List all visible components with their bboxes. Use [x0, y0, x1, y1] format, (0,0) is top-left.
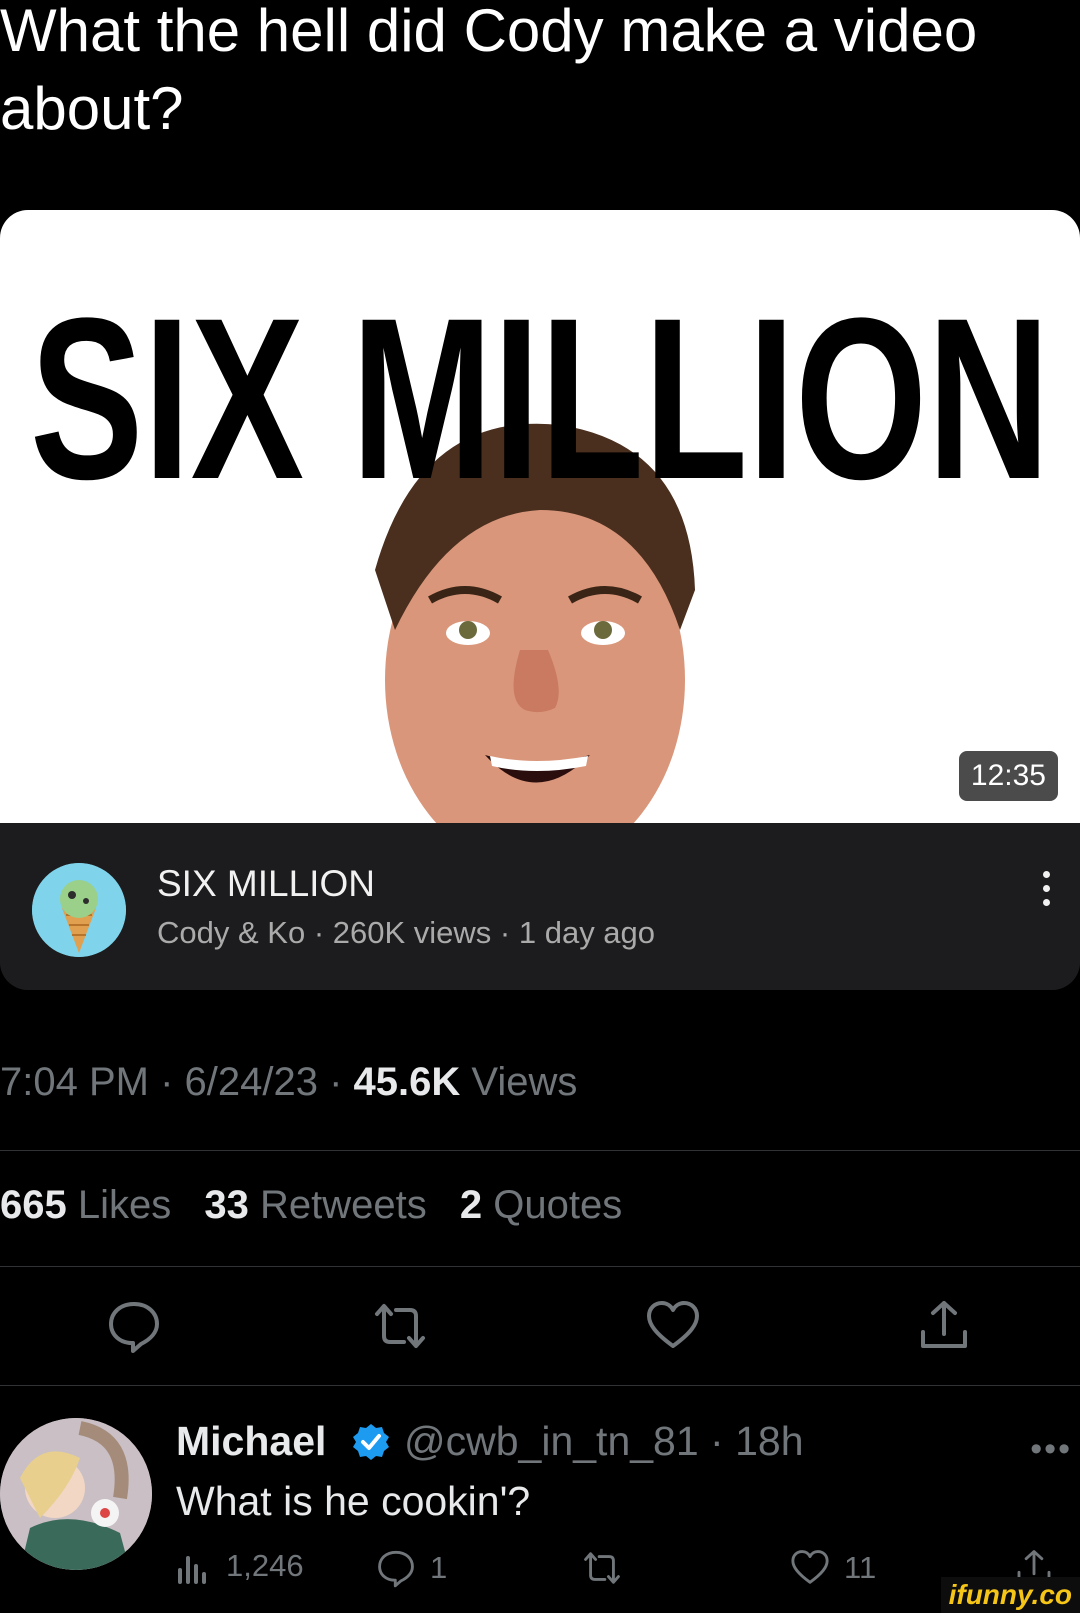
channel-name[interactable]: Cody & Ko — [157, 915, 305, 950]
retweets-stat[interactable]: 33 Retweets — [204, 1183, 426, 1227]
quotes-stat[interactable]: 2 Quotes — [460, 1183, 622, 1227]
thumbnail-headline-text: SIX MILLION — [30, 270, 1050, 527]
divider — [0, 1266, 1080, 1267]
reply-author-name[interactable]: Michael — [176, 1418, 326, 1465]
video-title[interactable]: SIX MILLION — [157, 863, 375, 905]
engagement-stats: 665 Likes 33 Retweets 2 Quotes — [0, 1183, 644, 1228]
reply-age: 18h — [735, 1418, 804, 1464]
tweet-text: What the hell did Cody make a video abou… — [0, 0, 978, 142]
retweet-icon — [584, 1552, 620, 1584]
quotes-count: 2 — [459, 1183, 483, 1227]
retweets-label: Retweets — [260, 1183, 427, 1227]
reply-retweet-stat[interactable] — [582, 1548, 636, 1588]
meta-separator: · — [317, 1060, 354, 1104]
video-info[interactable]: SIX MILLION Cody & Ko · 260K views · 1 d… — [0, 823, 1080, 990]
channel-avatar[interactable] — [32, 863, 126, 957]
reply-icon[interactable] — [106, 1298, 162, 1354]
video-card[interactable]: SIX MILLION 12:35 SIX MILLION Cody & Ko … — [0, 210, 1080, 990]
watermark: ifunny.co — [940, 1577, 1080, 1613]
tweet-timestamp: 7:04 PM · 6/24/23 · 45.6K Views — [0, 1060, 577, 1105]
reply-handle-text[interactable]: @cwb_in_tn_81 — [404, 1418, 699, 1464]
video-thumbnail[interactable]: SIX MILLION 12:35 — [0, 210, 1080, 823]
reply-text: What is he cookin'? — [176, 1478, 531, 1524]
video-duration-badge: 12:35 — [958, 751, 1058, 801]
reply-author-handle: @cwb_in_tn_81 · 18h — [404, 1418, 804, 1464]
verified-badge-icon — [351, 1422, 391, 1467]
meta-separator: · — [491, 915, 519, 950]
video-age: 1 day ago — [518, 915, 656, 950]
tweet-views-count: 45.6K — [353, 1060, 461, 1104]
like-icon[interactable] — [645, 1298, 701, 1354]
meta-separator: · — [305, 915, 333, 950]
more-options-icon[interactable] — [1040, 871, 1054, 913]
divider — [0, 1385, 1080, 1386]
like-icon — [791, 1550, 829, 1584]
reply-views-stat[interactable]: 1,246 — [176, 1548, 304, 1584]
video-views: 260K views — [332, 915, 492, 950]
likes-stat[interactable]: 665 Likes — [0, 1183, 171, 1227]
reply-views-count: 1,246 — [226, 1548, 304, 1583]
reply-icon — [378, 1550, 414, 1588]
video-meta: Cody & Ko · 260K views · 1 day ago — [157, 915, 655, 951]
views-icon — [178, 1556, 206, 1584]
tweet-action-bar — [0, 1298, 1080, 1358]
tweet-views-label: Views — [471, 1060, 578, 1104]
likes-label: Likes — [77, 1183, 172, 1227]
meta-separator: · — [148, 1060, 185, 1104]
more-options-icon[interactable]: ••• — [1030, 1430, 1072, 1469]
reply-replies-stat[interactable]: 1 — [376, 1548, 447, 1588]
retweet-icon[interactable] — [372, 1298, 428, 1354]
share-icon[interactable] — [916, 1298, 972, 1354]
likes-count: 665 — [0, 1183, 67, 1227]
reply-likes-count: 11 — [844, 1550, 877, 1585]
divider — [0, 1150, 1080, 1151]
tweet-date: 6/24/23 — [184, 1060, 318, 1104]
avatar[interactable] — [0, 1418, 152, 1570]
quotes-label: Quotes — [493, 1183, 623, 1227]
tweet-time: 7:04 PM — [0, 1060, 149, 1104]
retweets-count: 33 — [204, 1183, 249, 1227]
reply-replies-count: 1 — [430, 1550, 448, 1585]
reply-likes-stat[interactable]: 11 — [790, 1548, 876, 1588]
